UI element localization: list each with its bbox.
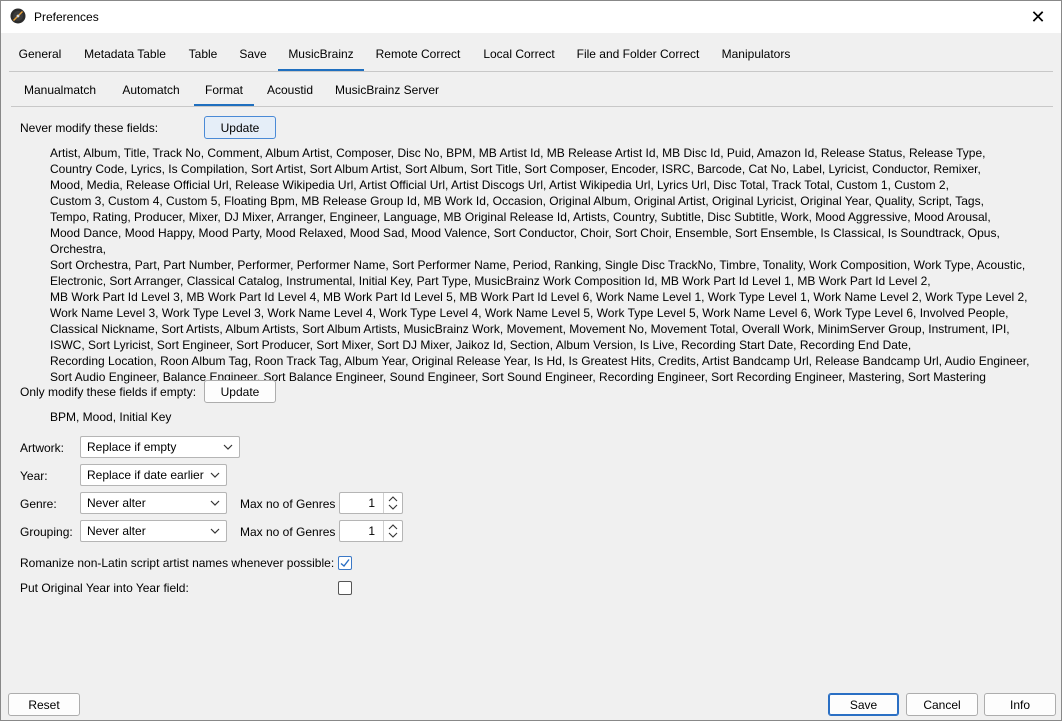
field-line: Classical Nickname, Sort Artists, Album … [50, 322, 1010, 336]
genre-max-label: Max no of Genres [240, 497, 336, 511]
genre-label: Genre: [20, 497, 57, 511]
field-line: Artist, Album, Title, Track No, Comment,… [50, 146, 986, 160]
tab-table[interactable]: Table [181, 39, 225, 71]
only-if-empty-fields: BPM, Mood, Initial Key [50, 410, 172, 424]
field-line: Sort Audio Engineer, Balance Engineer, S… [50, 370, 986, 384]
tab-save[interactable]: Save [234, 39, 272, 71]
main-tab-divider [9, 71, 1053, 72]
tab-local-correct[interactable]: Local Correct [476, 39, 562, 71]
tab-musicbrainz[interactable]: MusicBrainz [278, 39, 364, 71]
tab-musicbrainz-server[interactable]: MusicBrainz Server [330, 76, 444, 106]
genre-select-value: Never alter [87, 496, 146, 510]
info-button[interactable]: Info [984, 693, 1056, 716]
field-line: Mood, Media, Release Official Url, Relea… [50, 178, 949, 192]
artwork-select-value: Replace if empty [87, 440, 177, 454]
window-title: Preferences [34, 10, 99, 24]
field-line: Work Name Level 3, Work Type Level 3, Wo… [50, 306, 1009, 320]
reset-button[interactable]: Reset [8, 693, 80, 716]
tab-format[interactable]: Format [194, 76, 254, 106]
tab-manipulators[interactable]: Manipulators [713, 39, 799, 71]
only-if-empty-label: Only modify these fields if empty: [20, 385, 197, 399]
field-line: Tempo, Rating, Producer, Mixer, DJ Mixer… [50, 210, 991, 224]
chevron-down-icon [210, 500, 220, 506]
chevron-down-icon [223, 444, 233, 450]
tab-remote-correct[interactable]: Remote Correct [369, 39, 467, 71]
spinner-arrows-icon[interactable] [383, 521, 402, 541]
tab-acoustid[interactable]: Acoustid [259, 76, 321, 106]
only-if-empty-update-button[interactable]: Update [204, 380, 276, 403]
year-label: Year: [20, 469, 48, 483]
spinner-arrows-icon[interactable] [383, 493, 402, 513]
grouping-max-label: Max no of Genres [240, 525, 336, 539]
genre-max-value: 1 [368, 496, 375, 510]
sub-tab-divider [11, 106, 1053, 107]
grouping-select-value: Never alter [87, 524, 146, 538]
tab-general[interactable]: General [11, 39, 69, 71]
field-line: Sort Orchestra, Part, Part Number, Perfo… [50, 258, 1026, 272]
field-line: ISWC, Sort Lyricist, Sort Engineer, Sort… [50, 338, 912, 352]
never-modify-label: Never modify these fields: [20, 121, 159, 135]
save-button[interactable]: Save [828, 693, 899, 716]
artwork-label: Artwork: [20, 441, 65, 455]
preferences-window: Preferences ✕ General Metadata Table Tab… [0, 0, 1062, 721]
genre-select[interactable]: Never alter [80, 492, 227, 514]
tab-automatch[interactable]: Automatch [113, 76, 189, 106]
title-bar: Preferences ✕ [1, 1, 1061, 33]
tab-manualmatch[interactable]: Manualmatch [15, 76, 105, 106]
chevron-down-icon [210, 528, 220, 534]
tab-metadata-table[interactable]: Metadata Table [78, 39, 172, 71]
app-logo-icon [10, 8, 26, 24]
original-year-label: Put Original Year into Year field: [20, 581, 189, 595]
field-line: MB Work Part Id Level 3, MB Work Part Id… [50, 290, 1028, 304]
field-line: Country Code, Lyrics, Is Compilation, So… [50, 162, 981, 176]
genre-max-spinner[interactable]: 1 [339, 492, 403, 514]
year-select-value: Replace if date earlier [87, 468, 204, 482]
cancel-button[interactable]: Cancel [906, 693, 978, 716]
checkmark-icon [340, 559, 350, 568]
never-modify-update-button[interactable]: Update [204, 116, 276, 139]
grouping-select[interactable]: Never alter [80, 520, 227, 542]
field-line: Recording Location, Roon Album Tag, Roon… [50, 354, 1030, 368]
grouping-max-value: 1 [368, 524, 375, 538]
field-line: Mood Dance, Mood Happy, Mood Party, Mood… [50, 226, 1000, 256]
field-line: Electronic, Sort Arranger, Classical Cat… [50, 274, 931, 288]
grouping-label: Grouping: [20, 525, 73, 539]
close-icon[interactable]: ✕ [1015, 1, 1061, 33]
artwork-select[interactable]: Replace if empty [80, 436, 240, 458]
never-modify-fields-list: Artist, Album, Title, Track No, Comment,… [50, 145, 1050, 385]
romanize-label: Romanize non-Latin script artist names w… [20, 556, 335, 570]
field-line: Custom 3, Custom 4, Custom 5, Floating B… [50, 194, 984, 208]
original-year-checkbox[interactable] [338, 581, 352, 595]
tab-file-and-folder-correct[interactable]: File and Folder Correct [570, 39, 706, 71]
chevron-down-icon [210, 472, 220, 478]
year-select[interactable]: Replace if date earlier [80, 464, 227, 486]
grouping-max-spinner[interactable]: 1 [339, 520, 403, 542]
romanize-checkbox[interactable] [338, 556, 352, 570]
